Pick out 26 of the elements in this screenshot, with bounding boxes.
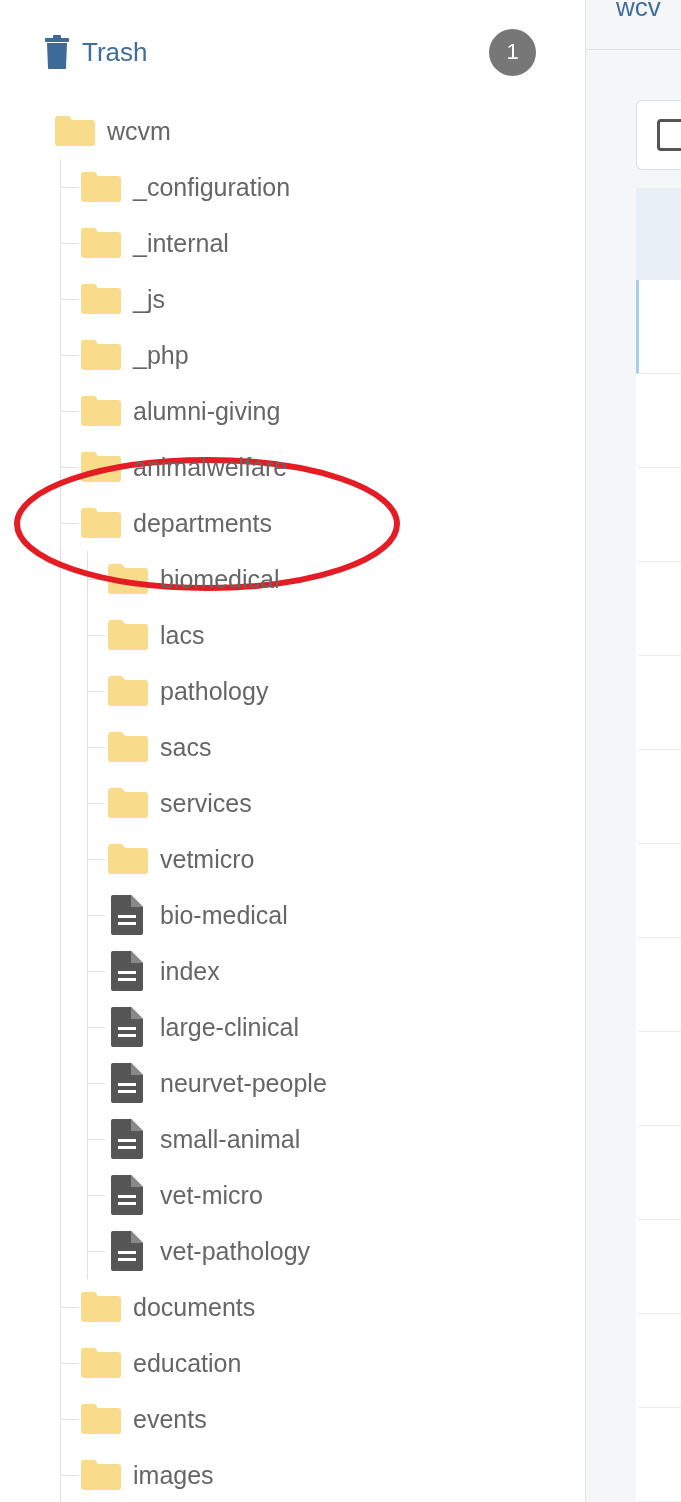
folder-item[interactable]: _internal xyxy=(133,228,229,258)
folder-item[interactable]: documents xyxy=(133,1292,256,1322)
file-item[interactable]: large-clinical xyxy=(160,1012,299,1042)
trash-link[interactable]: Trash xyxy=(82,36,148,68)
folder-item[interactable]: vetmicro xyxy=(160,844,255,874)
folder-item[interactable]: services xyxy=(160,788,252,818)
file-item[interactable]: bio-medical xyxy=(160,900,288,930)
folder-item[interactable]: _js xyxy=(133,284,165,314)
folder-item[interactable]: alumni-giving xyxy=(133,396,281,426)
breadcrumb-title: wcv xyxy=(616,0,662,23)
folder-item[interactable]: lacs xyxy=(160,620,205,650)
folder-item[interactable]: departments xyxy=(133,508,272,538)
folder-item[interactable]: _php xyxy=(133,340,189,370)
folder-item[interactable]: _configuration xyxy=(133,172,291,202)
file-item[interactable]: vet-pathology xyxy=(160,1236,311,1266)
file-item[interactable]: vet-micro xyxy=(160,1180,263,1210)
folder-item[interactable]: education xyxy=(133,1348,242,1378)
file-item[interactable]: small-animal xyxy=(160,1124,301,1154)
folder-item[interactable]: sacs xyxy=(160,732,212,762)
count-badge: 1 xyxy=(489,28,536,76)
folder-item[interactable]: events xyxy=(133,1404,207,1434)
folder-item[interactable]: pathology xyxy=(160,676,269,706)
file-item[interactable]: index xyxy=(160,956,220,986)
folder-item[interactable]: images xyxy=(133,1460,214,1490)
file-item[interactable]: neurvet-people xyxy=(160,1068,327,1098)
folder-item[interactable]: wcvm xyxy=(107,116,171,146)
